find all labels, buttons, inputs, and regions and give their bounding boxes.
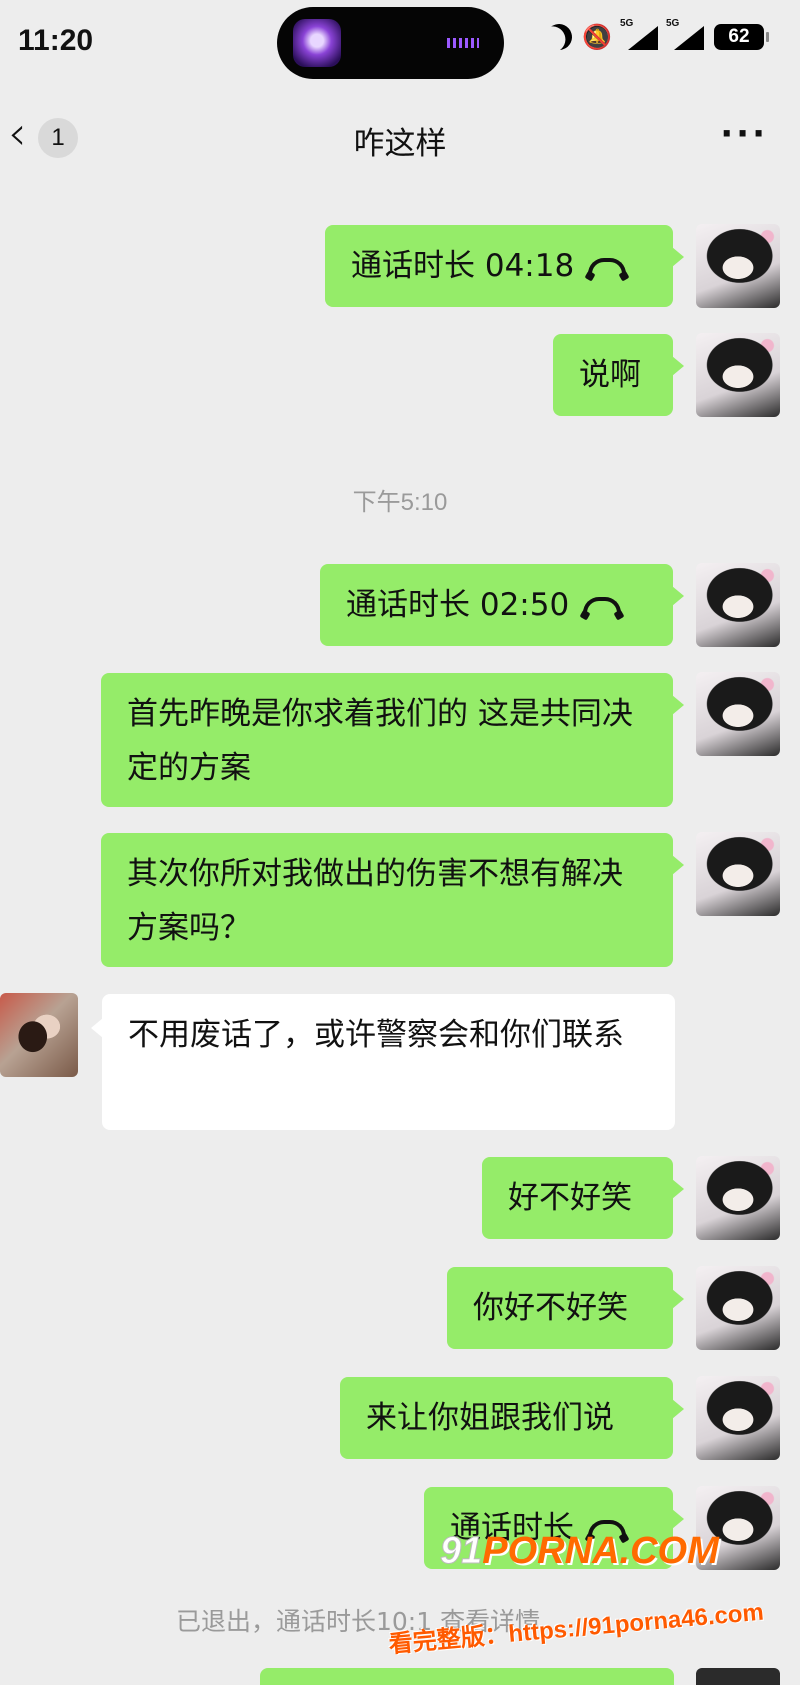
message-bubble-outgoing[interactable]: 你好不好笑	[447, 1267, 684, 1349]
message-text: 首先昨晚是你求着我们的 这是共同决定的方案	[127, 696, 633, 786]
message-text: 通话时长 02:50	[346, 587, 570, 623]
message-text: 通话时长 04:18	[351, 248, 575, 284]
phone-hangup-icon	[588, 257, 627, 274]
message-text: 好不好笑	[508, 1180, 632, 1216]
avatar-contact[interactable]	[0, 993, 78, 1077]
message-bubble-outgoing[interactable]: 好不好笑	[482, 1157, 684, 1239]
watermark-logo: 91PORNA.COM	[439, 1530, 719, 1573]
dynamic-island[interactable]	[277, 7, 504, 79]
status-time: 11:20	[18, 24, 94, 57]
watermark-logo-number: 91	[439, 1530, 483, 1573]
message-bubble-outgoing[interactable]: 说啊	[553, 334, 684, 416]
more-options-icon[interactable]: ···	[720, 114, 768, 154]
message-text: 其次你所对我做出的伤害不想有解决方案吗？	[127, 856, 623, 946]
chat-timestamp: 下午5:10	[352, 489, 448, 516]
chat-header: ‹ 1 咋这样 ···	[0, 100, 800, 180]
avatar-self[interactable]	[696, 1156, 780, 1240]
battery-icon: 62	[714, 24, 769, 50]
message-text: 不用废话了，或许警察会和你们联系	[128, 1017, 624, 1053]
message-bubble-outgoing[interactable]: 其次你所对我做出的伤害不想有解决方案吗？	[101, 833, 684, 967]
message-text: 说啊	[579, 357, 641, 393]
avatar-self[interactable]	[696, 224, 780, 308]
avatar-self[interactable]	[696, 1266, 780, 1350]
avatar-self[interactable]	[696, 563, 780, 647]
music-app-icon	[293, 19, 341, 67]
signal-icon: 5G	[666, 18, 704, 50]
message-bubble-outgoing[interactable]: 通话时长 04:18	[325, 225, 684, 307]
message-bubble-outgoing[interactable]: 首先昨晚是你求着我们的 这是共同决定的方案	[101, 673, 684, 807]
watermark-logo-text: PORNA.COM	[482, 1530, 719, 1572]
message-bubble-outgoing[interactable]: 通话时长 02:50	[320, 564, 684, 646]
network-type-label: 5G	[666, 18, 680, 29]
audio-wave-icon	[447, 38, 479, 48]
avatar-self[interactable]	[696, 333, 780, 417]
message-text: 你好不好笑	[473, 1290, 628, 1326]
network-type-label: 5G	[620, 18, 634, 29]
avatar-self[interactable]	[696, 1376, 780, 1460]
message-bubble-incoming[interactable]: 不用废话了，或许警察会和你们联系	[91, 994, 675, 1130]
phone-hangup-icon	[583, 596, 622, 613]
avatar-self[interactable]	[696, 1668, 780, 1685]
status-icons: 🔕 5G 5G 62	[546, 18, 769, 51]
do-not-disturb-icon	[542, 20, 575, 53]
avatar-self[interactable]	[696, 672, 780, 756]
message-bubble-outgoing[interactable]: 来让你姐跟我们说	[340, 1377, 684, 1459]
avatar-self[interactable]	[696, 832, 780, 916]
chat-title: 咋这样	[353, 126, 447, 162]
mute-bell-icon: 🔕	[582, 23, 612, 51]
message-bubble-outgoing[interactable]	[260, 1668, 674, 1685]
message-text: 来让你姐跟我们说	[366, 1400, 614, 1436]
signal-icon: 5G	[620, 18, 658, 50]
status-bar: 11:20 🔕 5G 5G 62	[0, 0, 800, 88]
